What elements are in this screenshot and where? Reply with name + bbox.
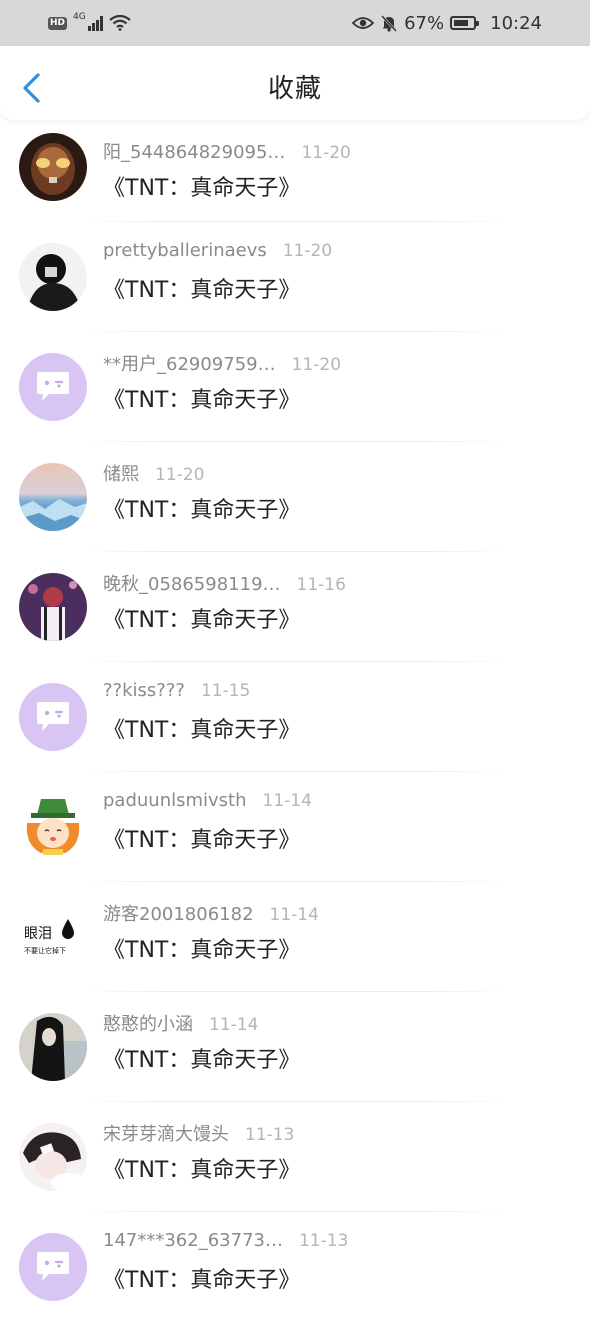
avatar[interactable]: [19, 1013, 87, 1081]
username: 晚秋_0586598119…: [103, 574, 281, 595]
list-item[interactable]: 晚秋_0586598119… 11-16 《TNT：真命天子》: [0, 552, 590, 662]
signal-icon: [87, 15, 103, 31]
item-date: 11-20: [291, 355, 342, 375]
wifi-icon: [109, 15, 131, 31]
avatar[interactable]: 眼泪 不要让它掉下: [19, 903, 87, 971]
status-right: 67% 10:24: [352, 13, 542, 34]
item-content: 《TNT：真命天子》: [103, 1158, 301, 1183]
item-date: 11-13: [298, 1231, 349, 1251]
list-item[interactable]: 宋芽芽滴大馒头 11-13 《TNT：真命天子》: [0, 1102, 590, 1212]
list-item[interactable]: 憨憨的小涵 11-14 《TNT：真命天子》: [0, 992, 590, 1102]
avatar[interactable]: [19, 793, 87, 861]
battery-icon: [450, 16, 480, 30]
hd-icon: HD: [48, 16, 68, 30]
chat-bubble-icon: [37, 1252, 69, 1281]
chat-bubble-icon: [37, 702, 69, 731]
avatar[interactable]: [19, 683, 87, 751]
avatar[interactable]: [19, 133, 87, 201]
status-left: HD 4G: [48, 12, 131, 31]
item-content: 《TNT：真命天子》: [103, 718, 301, 743]
page-title: 收藏: [267, 74, 322, 104]
list-item[interactable]: paduunlsmivsth 11-14 《TNT：真命天子》: [0, 772, 590, 882]
list-item[interactable]: 眼泪 不要让它掉下 游客2001806182 11-14 《TNT：真命天子》: [0, 882, 590, 992]
item-date: 11-20: [301, 143, 351, 163]
favorites-list: 阳_544864829095… 11-20 《TNT：真命天子》 prettyba…: [0, 120, 590, 1322]
item-date: 11-13: [245, 1125, 295, 1145]
item-content: 《TNT：真命天子》: [103, 608, 301, 633]
username: ??kiss???: [103, 680, 185, 701]
status-bar: HD 4G 67% 10:24: [0, 0, 590, 46]
list-item[interactable]: ??kiss??? 11-15 《TNT：真命天子》: [0, 662, 590, 772]
username: 游客2001806182: [103, 904, 254, 925]
item-content: 《TNT：真命天子》: [103, 388, 301, 413]
item-date: 11-15: [200, 681, 251, 701]
item-date: 11-20: [155, 465, 205, 485]
avatar[interactable]: [19, 573, 87, 641]
list-item[interactable]: 阳_544864829095… 11-20 《TNT：真命天子》: [0, 120, 590, 222]
list-item[interactable]: **用户_62909759… 11-20 《TNT：真命天子》: [0, 332, 590, 442]
item-date: 11-14: [269, 905, 319, 925]
list-item[interactable]: 储熙 11-20 《TNT：真命天子》: [0, 442, 590, 552]
item-content: 《TNT：真命天子》: [103, 828, 301, 853]
username: 储熙: [103, 464, 139, 485]
username: paduunlsmivsth: [103, 790, 247, 811]
username: prettyballerinaevs: [103, 240, 267, 261]
teardrop-icon: [62, 919, 74, 939]
avatar[interactable]: [19, 1123, 87, 1191]
list-item[interactable]: 147***362_63773… 11-13 《TNT：真命天子》: [0, 1212, 590, 1322]
network-type-label: 4G: [73, 12, 86, 22]
username: **用户_62909759…: [103, 354, 276, 375]
item-content: 《TNT：真命天子》: [103, 1048, 301, 1073]
eye-icon: [352, 17, 375, 29]
avatar-text: 眼泪: [24, 926, 52, 942]
list-item[interactable]: prettyballerinaevs 11-20 《TNT：真命天子》: [0, 222, 590, 332]
item-date: 11-14: [209, 1015, 259, 1035]
avatar[interactable]: [19, 1233, 87, 1301]
item-content: 《TNT：真命天子》: [103, 498, 301, 523]
avatar-subtext: 不要让它掉下: [24, 947, 66, 955]
item-date: 11-14: [262, 791, 312, 811]
item-content: 《TNT：真命天子》: [103, 1268, 301, 1293]
username: 147***362_63773…: [103, 1230, 283, 1251]
avatar[interactable]: [19, 463, 87, 531]
username: 宋芽芽滴大馒头: [103, 1124, 229, 1145]
item-date: 11-20: [282, 241, 333, 261]
nav-header: 收藏: [0, 46, 590, 120]
item-content: 《TNT：真命天子》: [103, 176, 301, 201]
username: 阳_544864829095…: [103, 142, 286, 163]
chat-bubble-icon: [37, 372, 69, 401]
item-content: 《TNT：真命天子》: [103, 278, 301, 303]
item-content: 《TNT：真命天子》: [103, 938, 301, 963]
battery-percent: 67%: [404, 12, 445, 34]
bell-muted-icon: [381, 15, 397, 32]
item-date: 11-16: [296, 575, 346, 595]
status-time: 10:24: [490, 12, 542, 34]
username: 憨憨的小涵: [103, 1014, 193, 1035]
avatar[interactable]: [19, 243, 87, 311]
avatar[interactable]: [19, 353, 87, 421]
